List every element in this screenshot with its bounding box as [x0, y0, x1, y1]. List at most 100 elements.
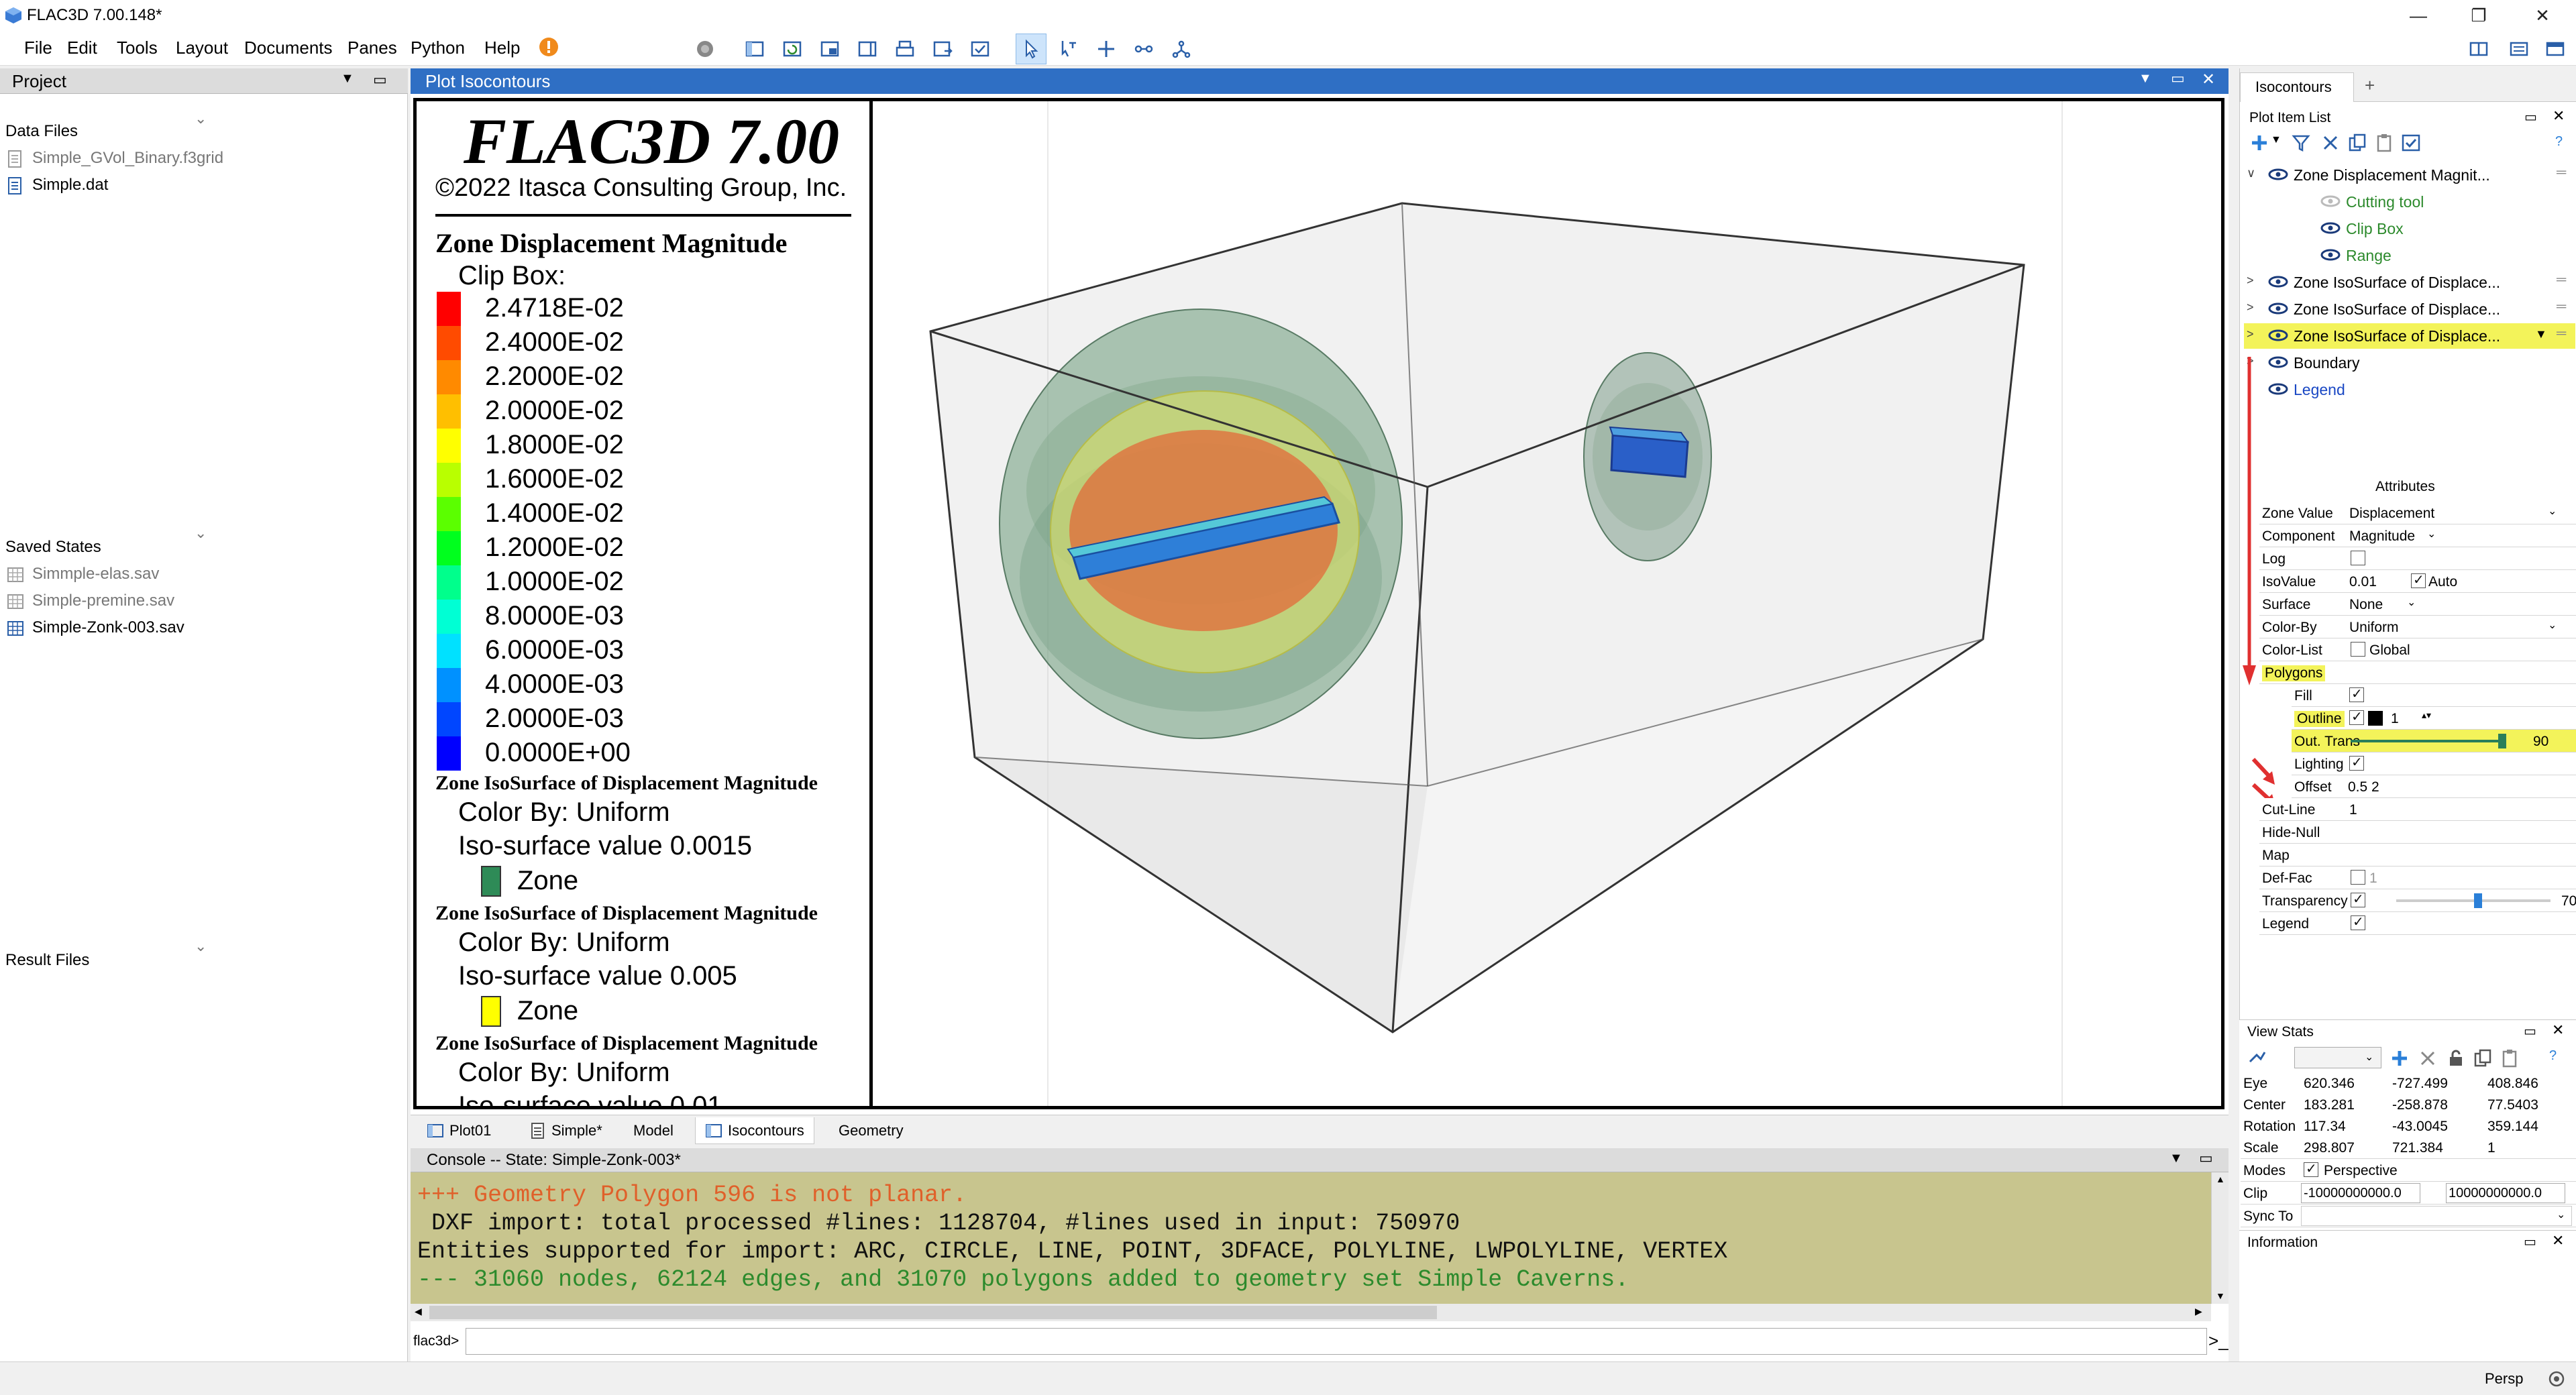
tab-geometry[interactable]: Geometry [829, 1117, 913, 1144]
view-stat-value[interactable]: 77.5403 [2487, 1097, 2538, 1113]
attribute-row[interactable]: Hide-Null [2259, 821, 2576, 844]
visibility-eye-icon[interactable] [2320, 194, 2341, 208]
attribute-row[interactable]: Surface None ⌄ [2259, 593, 2576, 616]
sync-select[interactable]: ⌄ [2301, 1206, 2572, 1226]
delete-item-icon[interactable] [2320, 133, 2341, 153]
hscroll-thumb[interactable] [429, 1306, 1437, 1319]
project-dropdown-icon[interactable]: ▼ [341, 71, 354, 87]
chevron-down-icon[interactable]: ⌄ [2548, 504, 2557, 518]
plot-item-row[interactable]: >Boundary [2244, 350, 2575, 376]
deffac-checkbox[interactable] [2351, 870, 2365, 885]
data-file-item[interactable]: Simple_GVol_Binary.f3grid [8, 149, 223, 168]
visibility-eye-icon[interactable] [2268, 275, 2288, 288]
plot-item-row[interactable]: > Zone IsoSurface of Displace... ═ [2244, 270, 2575, 295]
attribute-row[interactable]: Log [2259, 547, 2576, 570]
attribute-row[interactable]: Lighting [2292, 752, 2576, 775]
spin-icon[interactable]: ▴▾ [2422, 710, 2431, 721]
slider-thumb[interactable] [2498, 734, 2506, 748]
view-stat-value[interactable]: -43.0045 [2392, 1119, 2448, 1135]
add-item-icon[interactable] [2249, 133, 2269, 153]
saved-state-item[interactable]: Simmple-elas.sav [7, 565, 159, 583]
scroll-down-icon[interactable]: ▼ [2216, 1290, 2225, 1301]
layout-panes-icon[interactable] [2463, 34, 2494, 64]
attribute-row[interactable]: Polygons [2259, 661, 2576, 684]
outline-checkbox[interactable] [2349, 708, 2364, 725]
view-help-icon[interactable]: ? [2549, 1048, 2557, 1064]
attribute-row[interactable]: Color-By Uniform ⌄ [2259, 616, 2576, 638]
expander-icon[interactable]: ∨ [2247, 166, 2255, 180]
camera-icon[interactable] [2247, 1048, 2267, 1068]
info-close-icon[interactable]: ✕ [2552, 1232, 2564, 1249]
visibility-eye-icon[interactable] [2268, 168, 2288, 181]
data-files-collapse-icon[interactable]: ⌄ [195, 110, 207, 127]
attribute-row[interactable]: Map [2259, 844, 2576, 867]
attribute-row[interactable]: Outline 1 ▴▾ [2292, 707, 2576, 730]
add-tab-icon[interactable]: + [2365, 75, 2375, 96]
attribute-checkbox[interactable] [2351, 891, 2365, 907]
view-stat-value[interactable]: -258.878 [2392, 1097, 2448, 1113]
drag-handle-icon[interactable]: ═ [2557, 326, 2566, 341]
expander-icon[interactable]: > [2247, 274, 2254, 288]
layout-list-icon[interactable] [2504, 34, 2534, 64]
tab-simple[interactable]: Simple* [521, 1117, 612, 1144]
lock-icon[interactable] [2446, 1048, 2466, 1068]
paste-item-icon[interactable] [2374, 133, 2394, 153]
chevron-down-icon[interactable]: ⌄ [2548, 618, 2557, 632]
record-icon[interactable] [690, 34, 720, 64]
pan-icon[interactable] [1091, 34, 1122, 64]
expander-icon[interactable]: > [2247, 327, 2254, 341]
check-plot-icon[interactable] [965, 34, 996, 64]
info-float-icon[interactable]: ▭ [2524, 1233, 2536, 1250]
plot-item-close-icon[interactable]: ✕ [2553, 107, 2565, 125]
plot-item-row[interactable]: > Zone IsoSurface of Displace... ═ [2244, 296, 2575, 322]
help-icon[interactable]: ? [2555, 134, 2563, 150]
view-stat-value[interactable]: 620.346 [2304, 1076, 2355, 1092]
plot-item-row[interactable]: Cutting tool [2244, 189, 2575, 215]
global-checkbox[interactable] [2351, 642, 2365, 657]
add-view-icon[interactable] [2390, 1048, 2410, 1068]
paste-view-icon[interactable] [2500, 1048, 2520, 1068]
slider-thumb[interactable] [2474, 893, 2482, 908]
axes-icon[interactable] [1166, 34, 1197, 64]
attribute-row[interactable]: Offset 0.5 2 [2292, 775, 2576, 798]
plot-layout-icon[interactable] [852, 34, 883, 64]
plot-item-row[interactable]: > Zone IsoSurface of Displace... ═ ▼ [2244, 323, 2575, 349]
tab-isocontours-control[interactable]: Isocontours [2240, 72, 2354, 102]
measure-icon[interactable] [1128, 34, 1159, 64]
console-dropdown-icon[interactable]: ▼ [2169, 1151, 2183, 1166]
outline-color-swatch[interactable] [2368, 711, 2383, 726]
data-file-item[interactable]: Simple.dat [8, 176, 108, 194]
attribute-row[interactable]: Transparency 70 [2259, 889, 2576, 912]
chevron-down-icon[interactable]: ⌄ [2407, 596, 2416, 609]
saved-states-collapse-icon[interactable]: ⌄ [195, 524, 207, 542]
drag-handle-icon[interactable]: ═ [2557, 165, 2566, 180]
tab-isocontours[interactable]: Isocontours [695, 1117, 814, 1144]
visibility-eye-icon[interactable] [2320, 248, 2341, 262]
project-float-icon[interactable]: ▭ [373, 71, 387, 89]
console-float-icon[interactable]: ▭ [2199, 1150, 2213, 1167]
attribute-row[interactable]: Component Magnitude ⌄ [2259, 524, 2576, 547]
new-plot-icon[interactable] [739, 34, 770, 64]
auto-checkbox[interactable] [2411, 571, 2426, 588]
saved-state-item[interactable]: Simple-premine.sav [7, 592, 174, 610]
export-icon[interactable] [927, 34, 958, 64]
console-vscrollbar[interactable]: ▲ ▼ [2211, 1172, 2229, 1304]
view-stat-value[interactable]: 359.144 [2487, 1119, 2538, 1135]
refresh-plot-icon[interactable] [777, 34, 808, 64]
saved-state-item[interactable]: Simple-Zonk-003.sav [7, 618, 184, 637]
console-input[interactable] [466, 1328, 2207, 1355]
model-3d-view[interactable] [876, 101, 2221, 1106]
transparency-slider-track[interactable] [2351, 740, 2505, 742]
attribute-row[interactable]: Color-List Global [2259, 638, 2576, 661]
plot-float-icon[interactable]: ▭ [2171, 70, 2185, 87]
drag-handle-icon[interactable]: ═ [2557, 272, 2566, 288]
minimize-icon[interactable]: — [2388, 0, 2449, 31]
plot-item-row[interactable]: Clip Box [2244, 216, 2575, 241]
copy-view-icon[interactable] [2473, 1048, 2493, 1068]
copy-item-icon[interactable] [2347, 133, 2367, 153]
view-stats-close-icon[interactable]: ✕ [2552, 1021, 2564, 1039]
plot-close-icon[interactable]: ✕ [2202, 70, 2215, 89]
attribute-row[interactable]: Legend [2259, 912, 2576, 935]
perspective-checkbox[interactable] [2304, 1160, 2318, 1177]
chevron-down-icon[interactable]: ⌄ [2427, 527, 2436, 541]
